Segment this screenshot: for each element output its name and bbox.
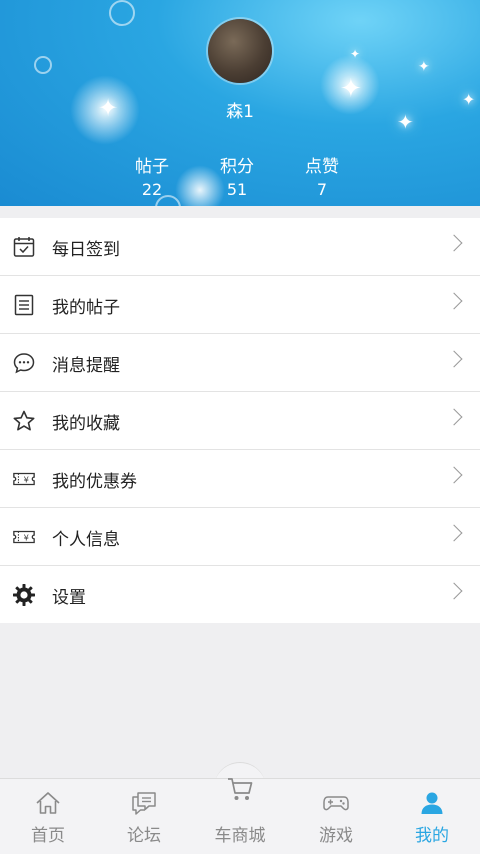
chevron-right-icon xyxy=(445,524,463,542)
bubble-decoration xyxy=(34,56,52,74)
tab-label: 车商城 xyxy=(214,826,266,846)
stat-value: 7 xyxy=(316,180,328,199)
menu-item-my-posts[interactable]: 我的帖子 xyxy=(0,276,480,334)
tab-label: 首页 xyxy=(31,826,65,846)
username: 森1 xyxy=(226,102,254,122)
chevron-right-icon xyxy=(445,466,463,484)
document-icon xyxy=(12,293,36,317)
bottom-tab-bar: 首页 论坛 车商城 游戏 我的 xyxy=(0,778,480,854)
tab-forum[interactable]: 论坛 xyxy=(96,779,192,854)
chevron-right-icon xyxy=(445,234,463,252)
tab-mine[interactable]: 我的 xyxy=(384,779,480,854)
menu-item-personal-info[interactable]: ¥ 个人信息 xyxy=(0,508,480,566)
chevron-right-icon xyxy=(445,582,463,600)
menu-item-daily-checkin[interactable]: 每日签到 xyxy=(0,218,480,276)
menu-item-label: 设置 xyxy=(52,588,86,608)
profile-header: ✦ ✦ ✦ ✦ ✦ ✦ 森1 帖子 22 积分 51 点赞 7 xyxy=(0,0,480,206)
svg-text:¥: ¥ xyxy=(24,533,29,543)
avatar[interactable] xyxy=(208,19,272,83)
stat-posts[interactable]: 帖子 22 xyxy=(112,152,192,199)
menu-item-label: 我的帖子 xyxy=(52,298,120,318)
user-icon xyxy=(418,790,446,816)
bubble-decoration xyxy=(109,0,135,26)
coupon-icon: ¥ xyxy=(12,525,36,549)
chevron-right-icon xyxy=(445,292,463,310)
sparkle-icon: ✦ xyxy=(350,47,361,61)
menu-item-label: 我的优惠券 xyxy=(52,472,137,492)
tab-label: 论坛 xyxy=(127,826,161,846)
chat-bubble-icon xyxy=(12,351,36,375)
menu-item-label: 个人信息 xyxy=(52,530,120,550)
svg-text:¥: ¥ xyxy=(24,475,29,485)
menu-item-label: 我的收藏 xyxy=(52,414,120,434)
profile-menu: 每日签到 我的帖子 消息提醒 我的收藏 ¥ 我的优惠券 ¥ 个人信息 设置 xyxy=(0,218,480,623)
stat-label: 帖子 xyxy=(135,157,169,177)
stat-value: 51 xyxy=(226,180,248,199)
tab-games[interactable]: 游戏 xyxy=(288,779,384,854)
chevron-right-icon xyxy=(445,350,463,368)
cart-icon xyxy=(226,775,254,801)
forum-icon xyxy=(130,790,158,816)
tab-home[interactable]: 首页 xyxy=(0,779,96,854)
stat-likes[interactable]: 点赞 7 xyxy=(282,152,362,199)
gamepad-icon xyxy=(322,790,350,816)
chevron-right-icon xyxy=(445,408,463,426)
calendar-check-icon xyxy=(12,235,36,259)
tab-label: 我的 xyxy=(415,826,449,846)
stat-label: 点赞 xyxy=(305,157,339,177)
home-icon xyxy=(34,790,62,816)
menu-item-notifications[interactable]: 消息提醒 xyxy=(0,334,480,392)
menu-item-label: 消息提醒 xyxy=(52,356,120,376)
menu-item-favorites[interactable]: 我的收藏 xyxy=(0,392,480,450)
gear-icon xyxy=(12,583,36,607)
stat-value: 22 xyxy=(141,180,163,199)
sparkle-icon: ✦ xyxy=(418,59,430,75)
stat-label: 积分 xyxy=(220,157,254,177)
coupon-icon: ¥ xyxy=(12,467,36,491)
stat-points[interactable]: 积分 51 xyxy=(197,152,277,199)
tab-car-mall[interactable]: 车商城 xyxy=(192,778,288,854)
menu-item-coupons[interactable]: ¥ 我的优惠券 xyxy=(0,450,480,508)
menu-item-settings[interactable]: 设置 xyxy=(0,566,480,623)
menu-item-label: 每日签到 xyxy=(52,240,120,260)
tab-label: 游戏 xyxy=(319,826,353,846)
star-icon xyxy=(12,409,36,433)
